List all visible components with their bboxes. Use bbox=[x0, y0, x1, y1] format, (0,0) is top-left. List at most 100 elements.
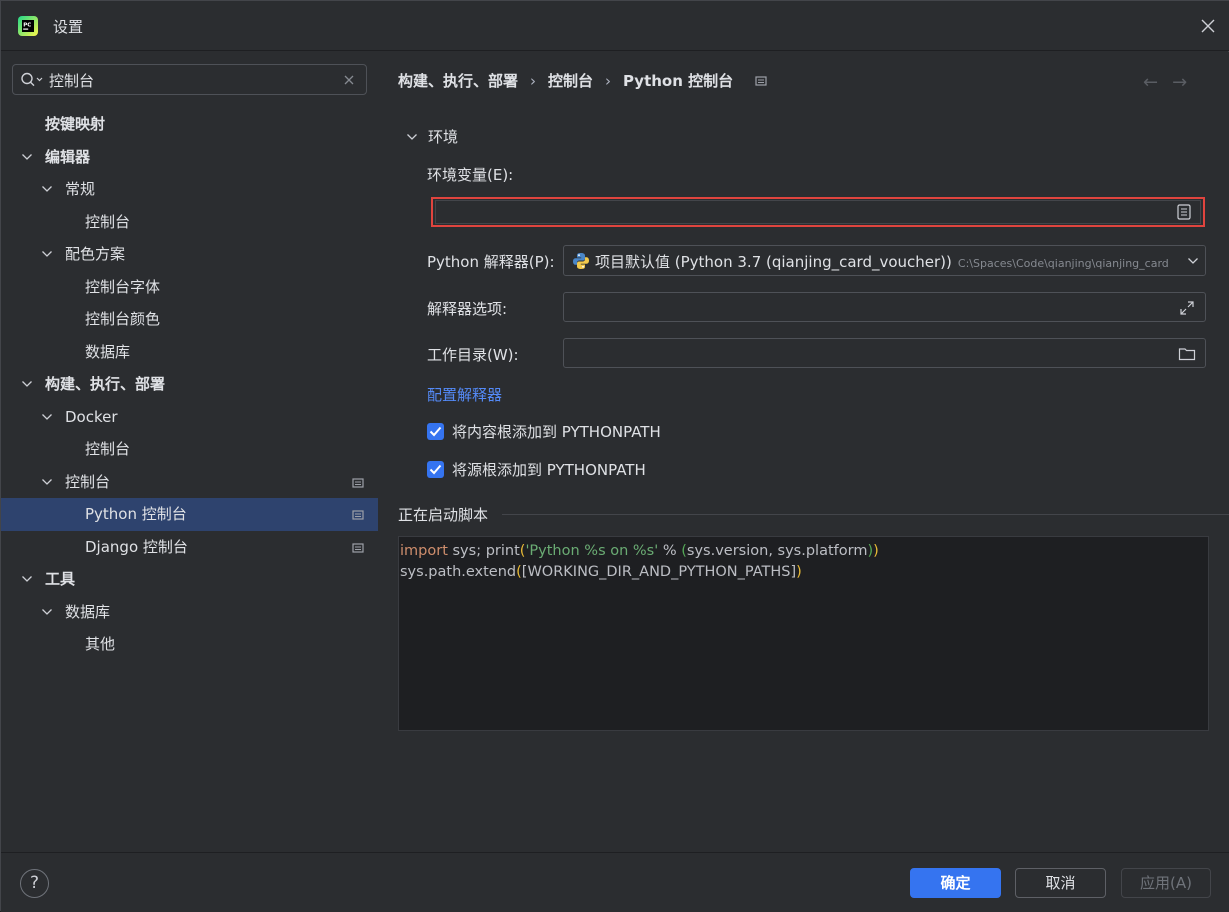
apply-button[interactable]: 应用(A) bbox=[1121, 868, 1211, 898]
startup-script-editor[interactable]: import sys; print('Python %s on %s' % (s… bbox=[398, 536, 1209, 731]
code-token: print bbox=[485, 543, 520, 559]
clear-search-icon[interactable] bbox=[342, 73, 356, 87]
startup-script-header: 正在启动脚本 bbox=[398, 504, 1229, 525]
tree-item[interactable]: 数据库 bbox=[1, 596, 378, 629]
code-token: % bbox=[658, 543, 682, 559]
tree-item-label: 编辑器 bbox=[45, 147, 91, 166]
breadcrumb-separator: › bbox=[530, 71, 537, 90]
divider bbox=[502, 514, 1229, 515]
forward-arrow-icon[interactable]: → bbox=[1172, 72, 1187, 93]
svg-text:PC: PC bbox=[23, 23, 31, 29]
chevron-down-icon[interactable] bbox=[21, 379, 33, 389]
interpreter-options-label: 解释器选项: bbox=[427, 300, 508, 318]
ok-button[interactable]: 确定 bbox=[910, 868, 1001, 898]
history-nav: ← → bbox=[1143, 72, 1201, 93]
configure-interpreter-link[interactable]: 配置解释器 bbox=[427, 384, 502, 405]
search-input[interactable] bbox=[49, 69, 339, 91]
settings-tree: 按键映射 编辑器 常规 控制台 配色方案 控制台字体 控制台颜色 数据库 构建、执行、部署 Doc… bbox=[1, 108, 378, 661]
settings-search-box[interactable] bbox=[12, 64, 367, 95]
chevron-down-icon[interactable] bbox=[21, 152, 33, 162]
cancel-button[interactable]: 取消 bbox=[1015, 868, 1106, 898]
chevron-down-icon[interactable] bbox=[406, 132, 418, 142]
code-token: [WORKING_DIR_AND_PYTHON_PATHS] bbox=[521, 564, 797, 580]
working-dir-label: 工作目录(W): bbox=[427, 346, 519, 364]
tree-item-label: Python 控制台 bbox=[85, 505, 187, 523]
chevron-down-icon[interactable] bbox=[1187, 257, 1199, 265]
tree-item[interactable]: 工具 bbox=[1, 563, 378, 596]
checkmark-icon bbox=[429, 426, 442, 437]
tree-item-label: 控制台 bbox=[65, 472, 111, 491]
settings-content: 构建、执行、部署 › 控制台 › Python 控制台 ← → 环境 环境变量(E): P… bbox=[378, 52, 1229, 852]
chevron-down-icon[interactable] bbox=[41, 412, 53, 422]
env-vars-input[interactable] bbox=[435, 200, 1201, 224]
tree-item[interactable]: 构建、执行、部署 bbox=[1, 368, 378, 401]
tree-item-label: Django 控制台 bbox=[85, 537, 188, 556]
settings-sidebar: 按键映射编辑器常规控制台配色方案控制台字体控制台颜色数据库构建、执行、部署Doc… bbox=[1, 52, 378, 852]
chevron-down-icon[interactable] bbox=[41, 477, 53, 487]
checkmark-icon bbox=[429, 464, 442, 475]
working-dir-input[interactable] bbox=[563, 338, 1206, 368]
breadcrumb-item[interactable]: 控制台 bbox=[548, 70, 593, 91]
help-button[interactable]: ? bbox=[20, 869, 49, 898]
interpreter-value: 项目默认值 (Python 3.7 (qianjing_card_voucher… bbox=[595, 251, 1169, 272]
source-roots-checkbox[interactable] bbox=[427, 461, 444, 478]
tree-item-label: 构建、执行、部署 bbox=[45, 375, 166, 393]
tree-item[interactable]: 控制台 bbox=[1, 466, 378, 499]
breadcrumb-item[interactable]: 构建、执行、部署 bbox=[398, 70, 518, 91]
tree-item-label: 数据库 bbox=[65, 602, 111, 621]
tree-item[interactable]: 配色方案 bbox=[1, 238, 378, 271]
tree-item[interactable]: 控制台 bbox=[1, 206, 378, 239]
search-icon[interactable] bbox=[20, 71, 46, 89]
back-arrow-icon[interactable]: ← bbox=[1143, 72, 1158, 93]
code-token: ) bbox=[873, 543, 879, 559]
tree-item-label: 控制台 bbox=[85, 212, 131, 231]
tree-item[interactable]: 编辑器 bbox=[1, 141, 378, 174]
tree-item[interactable]: Docker bbox=[1, 401, 378, 434]
tree-item-label: 工具 bbox=[45, 570, 76, 588]
project-level-icon bbox=[755, 75, 767, 86]
tree-item[interactable]: 控制台颜色 bbox=[1, 303, 378, 336]
interpreter-dropdown[interactable]: 项目默认值 (Python 3.7 (qianjing_card_voucher… bbox=[563, 245, 1206, 276]
breadcrumb-separator: › bbox=[605, 71, 612, 90]
tree-item[interactable]: 数据库 bbox=[1, 336, 378, 369]
pycharm-app-icon: PC bbox=[18, 16, 38, 36]
code-token: 'Python %s on %s' bbox=[525, 543, 659, 559]
checkbox-label: 将内容根添加到 PYTHONPATH bbox=[452, 423, 661, 441]
env-vars-field[interactable] bbox=[431, 197, 1205, 227]
chevron-down-icon[interactable] bbox=[21, 574, 33, 584]
document-icon[interactable] bbox=[1175, 203, 1193, 221]
tree-item-label: 控制台 bbox=[85, 440, 131, 458]
code-token: sys; bbox=[447, 543, 486, 559]
chevron-down-icon[interactable] bbox=[41, 184, 53, 194]
breadcrumb: 构建、执行、部署 › 控制台 › Python 控制台 bbox=[398, 70, 772, 91]
code-token: import bbox=[400, 543, 448, 559]
settings-dialog: PC 设置 按键映射编辑器常规控制台配色方案控制台字体控制台颜色数据库构建、执行… bbox=[0, 0, 1229, 912]
chevron-down-icon[interactable] bbox=[41, 249, 53, 259]
expand-icon[interactable] bbox=[1178, 299, 1196, 317]
title-bar: PC 设置 bbox=[1, 1, 1229, 51]
tree-item-label: 数据库 bbox=[85, 342, 131, 361]
dropdown-arrow[interactable] bbox=[1181, 246, 1205, 275]
breadcrumb-item: Python 控制台 bbox=[623, 72, 734, 90]
tree-item-label: 控制台字体 bbox=[85, 277, 161, 296]
tree-item[interactable]: 常规 bbox=[1, 173, 378, 206]
tree-item[interactable]: 控制台字体 bbox=[1, 271, 378, 304]
tree-item[interactable]: 按键映射 bbox=[1, 108, 378, 141]
tree-item[interactable]: Python 控制台 bbox=[1, 498, 378, 531]
code-token: sys.version, sys.platform bbox=[686, 543, 868, 559]
chevron-down-icon[interactable] bbox=[41, 607, 53, 617]
tree-item[interactable]: 控制台 bbox=[1, 433, 378, 466]
tree-item[interactable]: Django 控制台 bbox=[1, 531, 378, 564]
project-level-icon bbox=[352, 542, 364, 553]
tree-item-label: 控制台颜色 bbox=[85, 310, 161, 328]
folder-icon[interactable] bbox=[1178, 345, 1196, 363]
close-icon[interactable] bbox=[1197, 15, 1219, 37]
content-roots-checkbox[interactable] bbox=[427, 423, 444, 440]
checkbox-label: 将源根添加到 PYTHONPATH bbox=[452, 461, 646, 479]
code-token: ) bbox=[796, 564, 802, 580]
tree-item[interactable]: 其他 bbox=[1, 628, 378, 661]
tree-item-label: 配色方案 bbox=[65, 245, 126, 263]
interpreter-options-input[interactable] bbox=[563, 292, 1206, 322]
code-line: import sys; print('Python %s on %s' % (s… bbox=[400, 541, 1208, 562]
tree-item-label: Docker bbox=[65, 407, 118, 426]
